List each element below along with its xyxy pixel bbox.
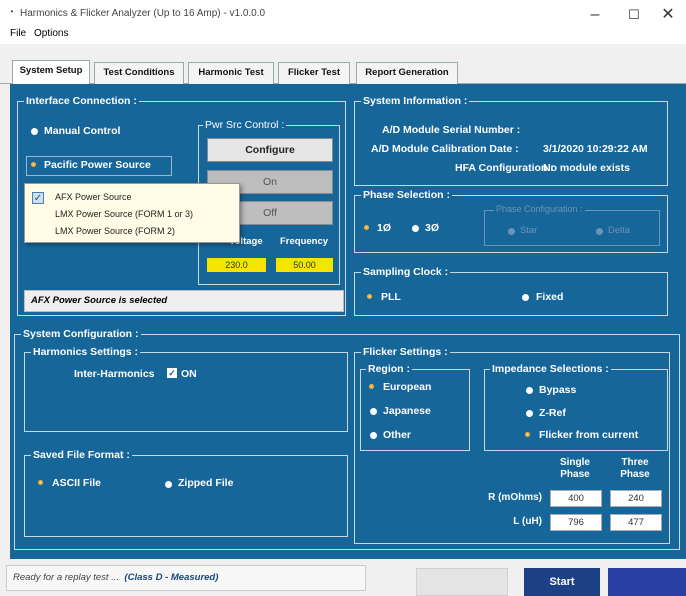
star-label: Star <box>520 225 538 236</box>
frequency-label: Frequency <box>280 236 329 247</box>
menu-options[interactable]: Options <box>34 28 68 39</box>
inter-harmonics-label: Inter-Harmonics <box>74 368 155 380</box>
tab-test-conditions[interactable]: Test Conditions <box>94 62 184 84</box>
other-label: Other <box>383 429 412 441</box>
fixed-radio[interactable] <box>522 294 529 301</box>
tab-report-generation[interactable]: Report Generation <box>356 62 458 84</box>
inter-harmonics-checkbox[interactable]: ✓ <box>167 368 177 378</box>
menu-file[interactable]: File <box>10 28 26 39</box>
voltage-field[interactable]: 230.0 <box>207 258 266 272</box>
pll-radio[interactable] <box>367 294 372 299</box>
start-button[interactable]: Start <box>524 568 600 596</box>
star-radio[interactable] <box>508 228 515 235</box>
zipped-file-label: Zipped File <box>178 477 234 489</box>
ascii-file-radio[interactable] <box>38 480 43 485</box>
tab-flicker-test[interactable]: Flicker Test <box>278 62 350 84</box>
gauge-icon: ◔ <box>8 7 15 18</box>
status-text: Ready for a replay test ... <box>13 572 120 583</box>
phase-1-label: 1Ø <box>377 222 392 234</box>
japanese-label: Japanese <box>383 405 431 417</box>
pacific-source-label: Pacific Power Source <box>44 159 151 171</box>
bypass-label: Bypass <box>539 384 577 396</box>
l-three-phase-field[interactable]: 477 <box>610 514 662 531</box>
sampling-clock-group <box>354 272 668 316</box>
pwr-src-control-label: Pwr Src Control : <box>203 119 287 131</box>
phase-configuration-label: Phase Configuration : <box>494 204 585 214</box>
l-uh-label: L (uH) <box>513 516 542 527</box>
manual-control-label: Manual Control <box>44 125 121 137</box>
sampling-clock-label: Sampling Clock : <box>361 266 451 278</box>
hfa-configuration-label: HFA Configuration : <box>455 162 554 174</box>
delta-label: Delta <box>608 225 631 236</box>
source-status-text: AFX Power Source is selected <box>24 290 344 312</box>
blank-action-button[interactable] <box>416 568 508 596</box>
pll-label: PLL <box>381 291 401 303</box>
minimize-button[interactable]: – <box>577 0 613 30</box>
system-configuration-label: System Configuration : <box>21 328 141 340</box>
saved-file-format-label: Saved File Format : <box>31 449 132 461</box>
r-mohms-label: R (mOhms) <box>488 492 542 503</box>
impedance-selections-label: Impedance Selections : <box>490 363 611 375</box>
r-single-phase-field[interactable]: 400 <box>550 490 602 507</box>
tab-harmonic-test[interactable]: Harmonic Test <box>188 62 274 84</box>
saved-file-format-group <box>24 455 348 537</box>
ascii-file-label: ASCII File <box>52 477 102 489</box>
calibration-date-value: 3/1/2020 10:29:22 AM <box>543 143 648 155</box>
harmonics-settings-group <box>24 352 348 432</box>
maximize-button[interactable]: ☐ <box>616 0 652 30</box>
interface-connection-label: Interface Connection : <box>24 95 139 107</box>
dropdown-item-afx[interactable]: AFX Power Source <box>55 192 132 202</box>
l-single-phase-field[interactable]: 796 <box>550 514 602 531</box>
r-three-phase-field[interactable]: 240 <box>610 490 662 507</box>
manual-control-radio[interactable] <box>31 128 38 135</box>
bypass-radio[interactable] <box>526 387 533 394</box>
phase-selection-label: Phase Selection : <box>361 189 452 201</box>
status-message: Ready for a replay test ... (Class D - M… <box>6 565 366 591</box>
zref-label: Z-Ref <box>539 407 566 419</box>
flicker-settings-label: Flicker Settings : <box>361 346 450 358</box>
zref-radio[interactable] <box>526 410 533 417</box>
european-radio[interactable] <box>369 384 374 389</box>
power-source-dropdown: ✓ AFX Power Source LMX Power Source (FOR… <box>24 183 240 243</box>
checkmark-icon: ✓ <box>32 192 44 204</box>
stop-button[interactable] <box>608 568 686 596</box>
window-title: Harmonics & Flicker Analyzer (Up to 16 A… <box>20 8 266 19</box>
region-label: Region : <box>366 363 412 375</box>
phase-3-label: 3Ø <box>425 222 440 234</box>
single-phase-header: Single Phase <box>559 457 590 480</box>
calibration-date-label: A/D Module Calibration Date : <box>371 143 519 155</box>
frequency-field[interactable]: 50.00 <box>276 258 333 272</box>
phase-1-radio[interactable] <box>364 225 369 230</box>
system-information-label: System Information : <box>361 95 470 107</box>
hfa-configuration-value: No module exists <box>543 162 630 174</box>
tab-system-setup[interactable]: System Setup <box>12 60 90 85</box>
three-phase-header: Three Phase <box>620 457 650 480</box>
status-detail: (Class D - Measured) <box>124 572 219 583</box>
japanese-radio[interactable] <box>370 408 377 415</box>
other-radio[interactable] <box>370 432 377 439</box>
pacific-source-radio[interactable] <box>31 162 36 167</box>
inter-harmonics-on-label: ON <box>181 368 197 380</box>
close-button[interactable]: ✕ <box>650 0 686 30</box>
european-label: European <box>383 381 432 393</box>
harmonics-settings-label: Harmonics Settings : <box>31 346 141 358</box>
phase-3-radio[interactable] <box>412 225 419 232</box>
fixed-label: Fixed <box>536 291 564 303</box>
zipped-file-radio[interactable] <box>165 481 172 488</box>
flicker-from-current-label: Flicker from current <box>539 429 639 441</box>
configure-button[interactable]: Configure <box>207 138 333 162</box>
serial-number-label: A/D Module Serial Number : <box>382 124 521 136</box>
flicker-from-current-radio[interactable] <box>525 432 530 437</box>
dropdown-item-lmx-form2[interactable]: LMX Power Source (FORM 2) <box>55 226 175 236</box>
delta-radio[interactable] <box>596 228 603 235</box>
dropdown-item-lmx-form1-3[interactable]: LMX Power Source (FORM 1 or 3) <box>55 209 193 219</box>
